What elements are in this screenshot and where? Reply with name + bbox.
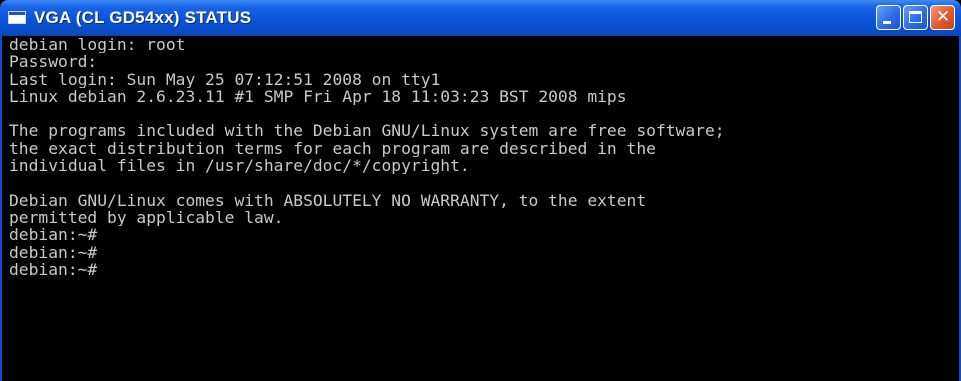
minimize-button[interactable] — [876, 5, 901, 30]
terminal-line: Linux debian 2.6.23.11 #1 SMP Fri Apr 18… — [9, 87, 627, 106]
console-window-icon[interactable] — [8, 11, 26, 24]
terminal-line: Debian GNU/Linux comes with ABSOLUTELY N… — [9, 191, 647, 209]
terminal-line: Password: — [9, 53, 98, 71]
window-title: VGA (CL GD54xx) STATUS — [34, 8, 252, 27]
maximize-button[interactable] — [903, 5, 928, 30]
terminal-line: individual files in /usr/share/doc/*/cop… — [9, 157, 470, 175]
terminal-line: the exact distribution terms for each pr… — [9, 139, 656, 158]
terminal-prompt-line[interactable]: debian:~# — [9, 261, 959, 278]
maximize-icon — [909, 11, 922, 23]
close-button[interactable]: ✕ — [930, 5, 955, 30]
terminal-line: Last login: Sun May 25 07:12:51 2008 on … — [9, 70, 441, 88]
close-icon: ✕ — [935, 7, 951, 27]
terminal-window: VGA (CL GD54xx) STATUS ✕ debian login: r… — [0, 0, 961, 381]
title-bar[interactable]: VGA (CL GD54xx) STATUS ✕ — [0, 0, 961, 36]
minimize-icon — [883, 21, 891, 24]
terminal-line: The programs included with the Debian GN… — [9, 122, 725, 140]
terminal-prompt-line: debian:~# — [9, 243, 98, 261]
terminal-line: debian login: root — [9, 36, 186, 54]
terminal-line: permitted by applicable law. — [9, 208, 284, 227]
terminal-prompt-line: debian:~# — [9, 226, 98, 244]
terminal-output[interactable]: debian login: root Password: Last login:… — [2, 36, 959, 381]
